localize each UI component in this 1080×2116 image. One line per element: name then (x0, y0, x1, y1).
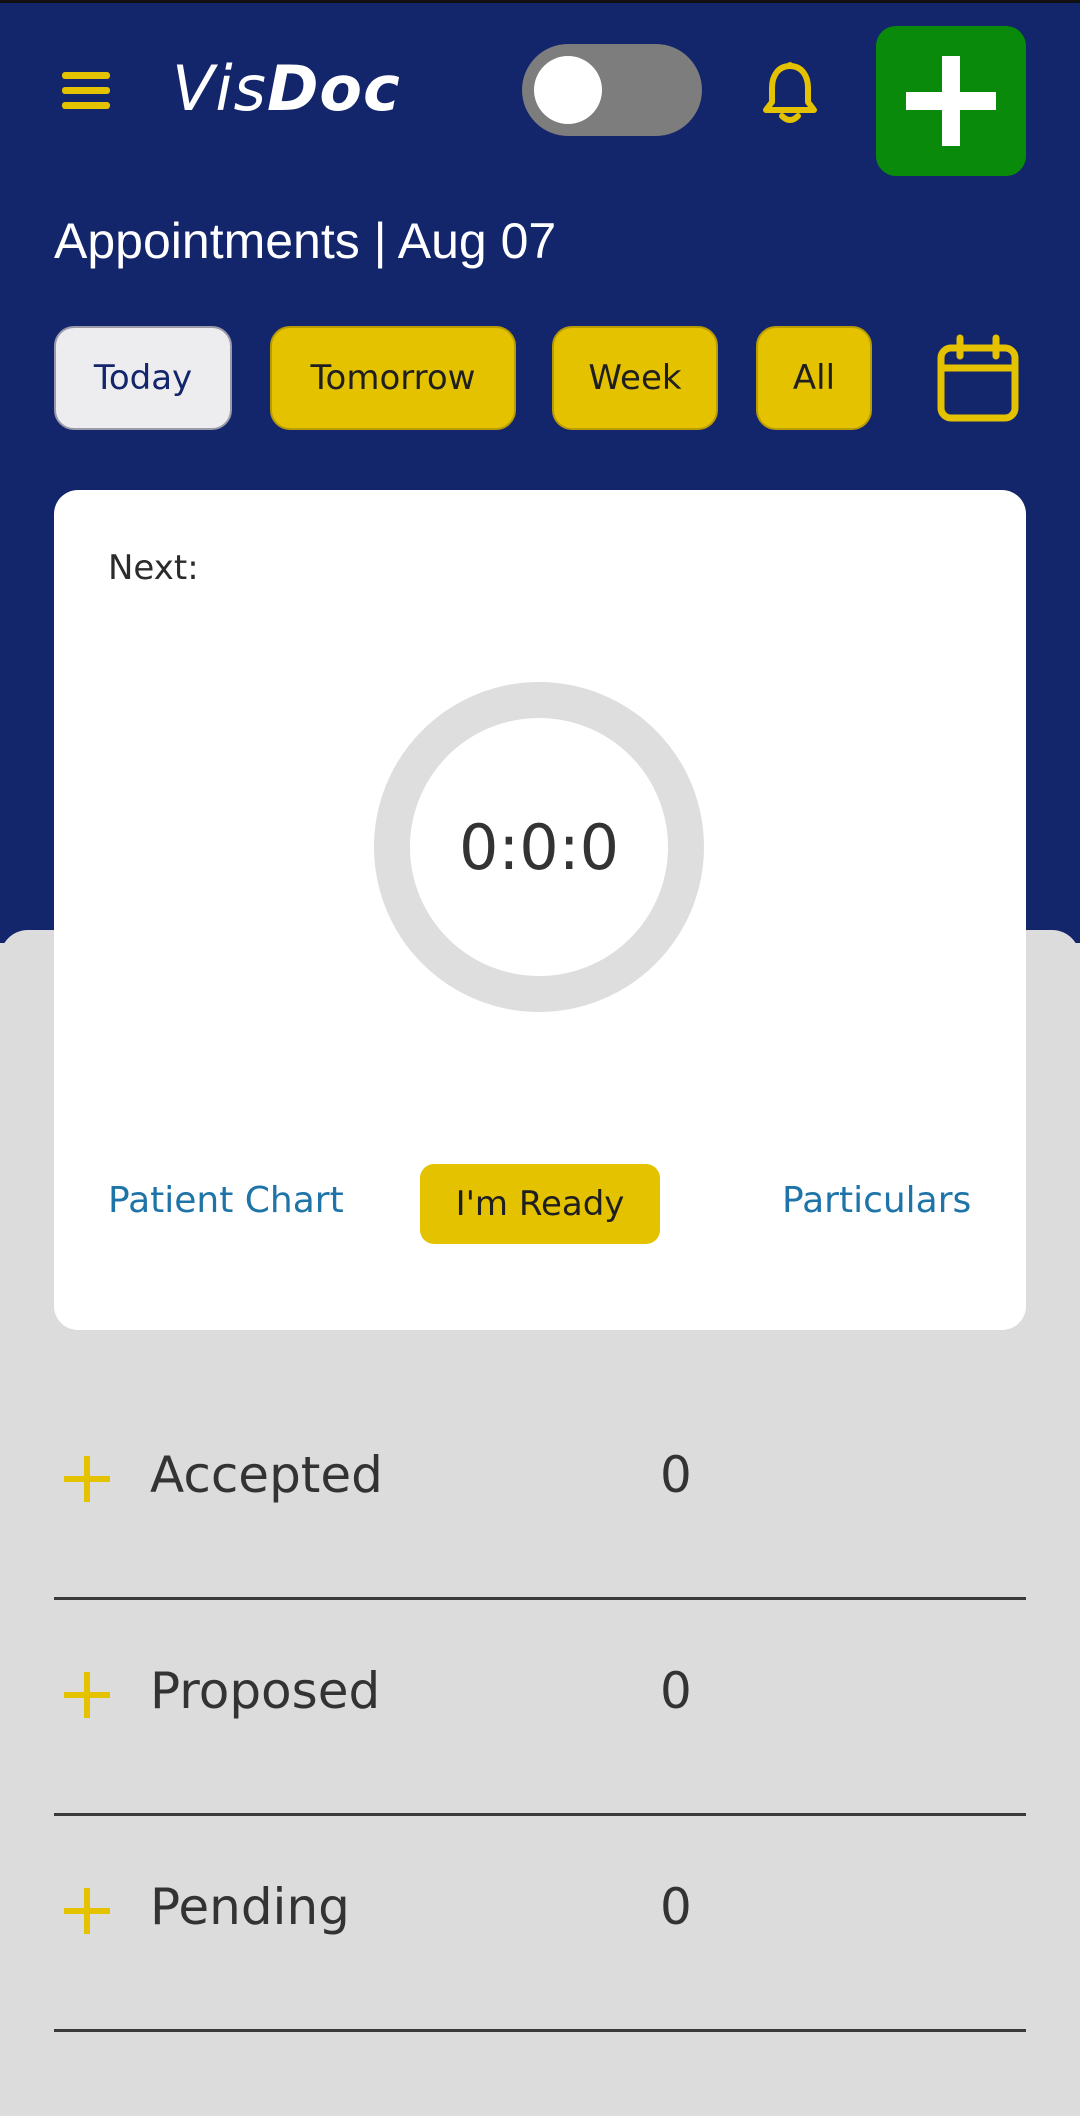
status-row-proposed[interactable]: Proposed 0 (54, 1600, 1026, 1816)
status-label: Pending (150, 1878, 350, 1936)
status-row-accepted[interactable]: Accepted 0 (54, 1384, 1026, 1600)
logo-light: Vis (172, 52, 267, 125)
bell-icon[interactable] (760, 60, 820, 126)
countdown-ring: 0:0:0 (374, 682, 704, 1012)
app-logo: VisDoc (172, 52, 401, 125)
next-appointment-card: Next: 0:0:0 Patient Chart I'm Ready Part… (54, 490, 1026, 1330)
menu-icon[interactable] (62, 72, 110, 110)
status-count: 0 (660, 1446, 692, 1504)
status-label: Accepted (150, 1446, 383, 1504)
particulars-link[interactable]: Particulars (782, 1180, 971, 1221)
filter-tomorrow[interactable]: Tomorrow (270, 326, 516, 430)
status-count: 0 (660, 1662, 692, 1720)
page-title: Appointments | Aug 07 (54, 213, 557, 269)
calendar-icon[interactable] (936, 334, 1020, 424)
filter-week[interactable]: Week (552, 326, 718, 430)
status-count: 0 (660, 1878, 692, 1936)
add-appointment-button[interactable] (876, 26, 1026, 176)
status-label: Proposed (150, 1662, 381, 1720)
expand-plus-icon[interactable] (64, 1456, 110, 1502)
availability-toggle[interactable] (522, 44, 702, 136)
patient-chart-link[interactable]: Patient Chart (108, 1180, 344, 1221)
filter-today[interactable]: Today (54, 326, 232, 430)
countdown-timer: 0:0:0 (458, 810, 620, 884)
toggle-knob (534, 56, 602, 124)
im-ready-button[interactable]: I'm Ready (420, 1164, 660, 1244)
expand-plus-icon[interactable] (64, 1888, 110, 1934)
next-label: Next: (108, 548, 199, 588)
filter-all[interactable]: All (756, 326, 872, 430)
status-row-pending[interactable]: Pending 0 (54, 1816, 1026, 2032)
expand-plus-icon[interactable] (64, 1672, 110, 1718)
logo-bold: Doc (266, 52, 401, 125)
